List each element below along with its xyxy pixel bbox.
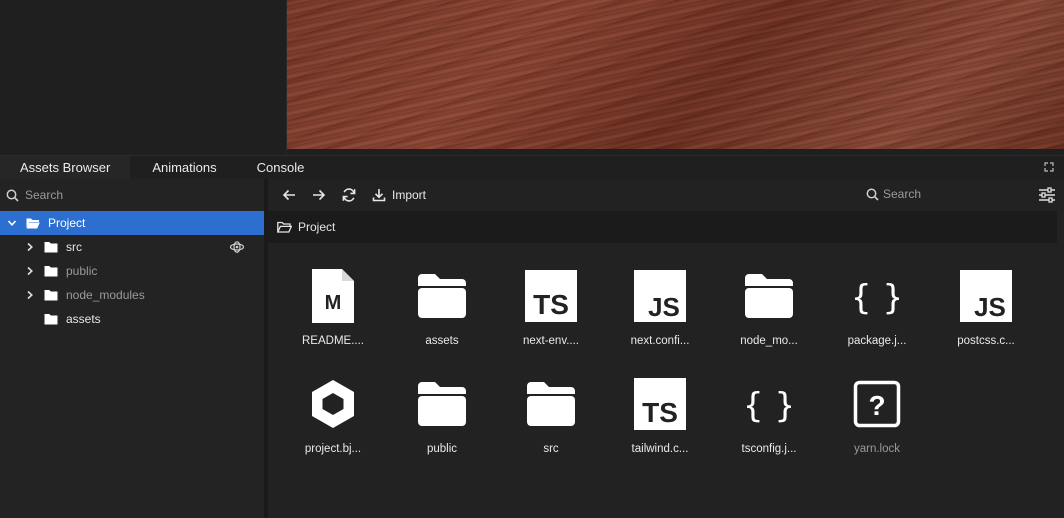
tree-item-src[interactable]: src <box>0 235 264 259</box>
breadcrumb: Project <box>268 211 1057 243</box>
asset-item-tsconfig[interactable]: { } tsconfig.j... <box>719 373 819 455</box>
folder-icon <box>418 274 466 318</box>
arrow-left-icon <box>282 189 295 201</box>
tree-item-public[interactable]: public <box>0 259 264 283</box>
asset-name: node_mo... <box>740 335 798 347</box>
tree-item-node-modules[interactable]: node_modules <box>0 283 264 307</box>
asset-item-next-env[interactable]: TS next-env.... <box>501 265 601 347</box>
tree-item-project[interactable]: Project <box>0 211 264 235</box>
folder-icon <box>745 274 793 318</box>
viewport-wood-texture[interactable] <box>287 0 1064 149</box>
asset-item-assets[interactable]: assets <box>392 265 492 347</box>
asset-item-readme[interactable]: M README.... <box>283 265 383 347</box>
asset-item-next-config[interactable]: JS next.confi... <box>610 265 710 347</box>
asset-item-project-bj[interactable]: project.bj... <box>283 373 383 455</box>
asset-toolbar: Import <box>268 179 1064 211</box>
chevron-right-icon[interactable] <box>24 265 36 277</box>
asset-name: assets <box>425 335 459 347</box>
asset-name: project.bj... <box>304 443 362 455</box>
asset-name: package.j... <box>847 335 907 347</box>
svg-text:JS: JS <box>648 292 680 322</box>
svg-text:M: M <box>325 292 342 314</box>
typescript-file-icon: TS <box>525 270 577 322</box>
chevron-right-icon[interactable] <box>24 241 36 253</box>
bottom-tab-bar: Assets Browser Animations Console <box>0 155 1064 180</box>
svg-text:{ }: { } <box>855 278 899 318</box>
refresh-icon <box>342 188 356 202</box>
project-file-icon <box>312 380 354 428</box>
folder-icon <box>44 266 58 277</box>
tree-item-label: src <box>66 240 82 254</box>
svg-text:?: ? <box>868 390 885 421</box>
asset-item-tailwind[interactable]: TS tailwind.c... <box>610 373 710 455</box>
folder-icon <box>44 314 58 325</box>
asset-name: tailwind.c... <box>631 443 689 455</box>
tree-item-label: public <box>66 264 98 278</box>
tree-item-assets[interactable]: assets <box>0 307 264 331</box>
asset-name: src <box>543 443 559 455</box>
breadcrumb-project[interactable]: Project <box>298 220 335 234</box>
asset-name: yarn.lock <box>853 443 901 455</box>
forward-button[interactable] <box>304 183 334 207</box>
unknown-file-icon: ? <box>853 380 901 428</box>
typescript-file-icon: TS <box>634 378 686 430</box>
javascript-file-icon: JS <box>960 270 1012 322</box>
asset-name: postcss.c... <box>957 335 1015 347</box>
svg-text:TS: TS <box>533 289 569 320</box>
tree-search-input[interactable] <box>25 188 245 202</box>
folder-icon <box>44 242 58 253</box>
tree-item-label: Project <box>48 216 86 230</box>
search-icon <box>866 188 879 201</box>
svg-text:JS: JS <box>974 292 1006 322</box>
svg-text:{ }: { } <box>747 386 791 426</box>
asset-item-package-json[interactable]: { } package.j... <box>827 265 927 347</box>
chevron-right-icon[interactable] <box>24 289 36 301</box>
asset-item-node-modules[interactable]: node_mo... <box>719 265 819 347</box>
markdown-file-icon: M <box>312 269 354 323</box>
tree-search <box>0 179 264 211</box>
tab-assets-browser[interactable]: Assets Browser <box>0 155 131 180</box>
asset-name: README.... <box>302 335 364 347</box>
asset-item-yarn-lock[interactable]: ? yarn.lock <box>827 373 927 455</box>
tab-console[interactable]: Console <box>237 156 325 180</box>
folder-open-icon <box>26 218 40 229</box>
refresh-button[interactable] <box>334 183 364 207</box>
asset-name: tsconfig.j... <box>741 443 797 455</box>
asset-item-postcss[interactable]: JS postcss.c... <box>936 265 1036 347</box>
scene-hierarchy-panel <box>0 0 287 155</box>
search-icon <box>6 189 19 202</box>
arrow-right-icon <box>313 189 326 201</box>
asset-name: public <box>426 443 458 455</box>
tab-animations[interactable]: Animations <box>130 156 236 180</box>
import-button[interactable]: Import <box>372 188 426 202</box>
asset-item-public[interactable]: public <box>392 373 492 455</box>
tree-item-label: node_modules <box>66 288 145 302</box>
folder-open-icon <box>277 221 292 233</box>
asset-tree-panel: Project src public node_modules <box>0 179 264 518</box>
sync-orbit-icon[interactable] <box>229 241 245 253</box>
folder-icon <box>44 290 58 301</box>
maximize-icon[interactable] <box>1044 162 1054 172</box>
javascript-file-icon: JS <box>634 270 686 322</box>
folder-icon <box>418 382 466 426</box>
chevron-down-icon[interactable] <box>6 217 18 229</box>
asset-name: next.confi... <box>630 335 690 347</box>
tree-item-label: assets <box>66 312 101 326</box>
folder-icon <box>527 382 575 426</box>
asset-name: next-env.... <box>522 335 580 347</box>
asset-item-src[interactable]: src <box>501 373 601 455</box>
download-icon <box>372 189 386 202</box>
asset-search-input[interactable] <box>883 187 1033 201</box>
svg-text:TS: TS <box>642 397 678 428</box>
json-file-icon: { } <box>855 278 899 318</box>
asset-content-panel: Import Project M <box>268 179 1064 518</box>
import-label: Import <box>392 188 427 202</box>
asset-search <box>866 187 1036 201</box>
filter-sliders-icon[interactable] <box>1038 187 1056 203</box>
back-button[interactable] <box>274 183 304 207</box>
json-file-icon: { } <box>747 386 791 426</box>
